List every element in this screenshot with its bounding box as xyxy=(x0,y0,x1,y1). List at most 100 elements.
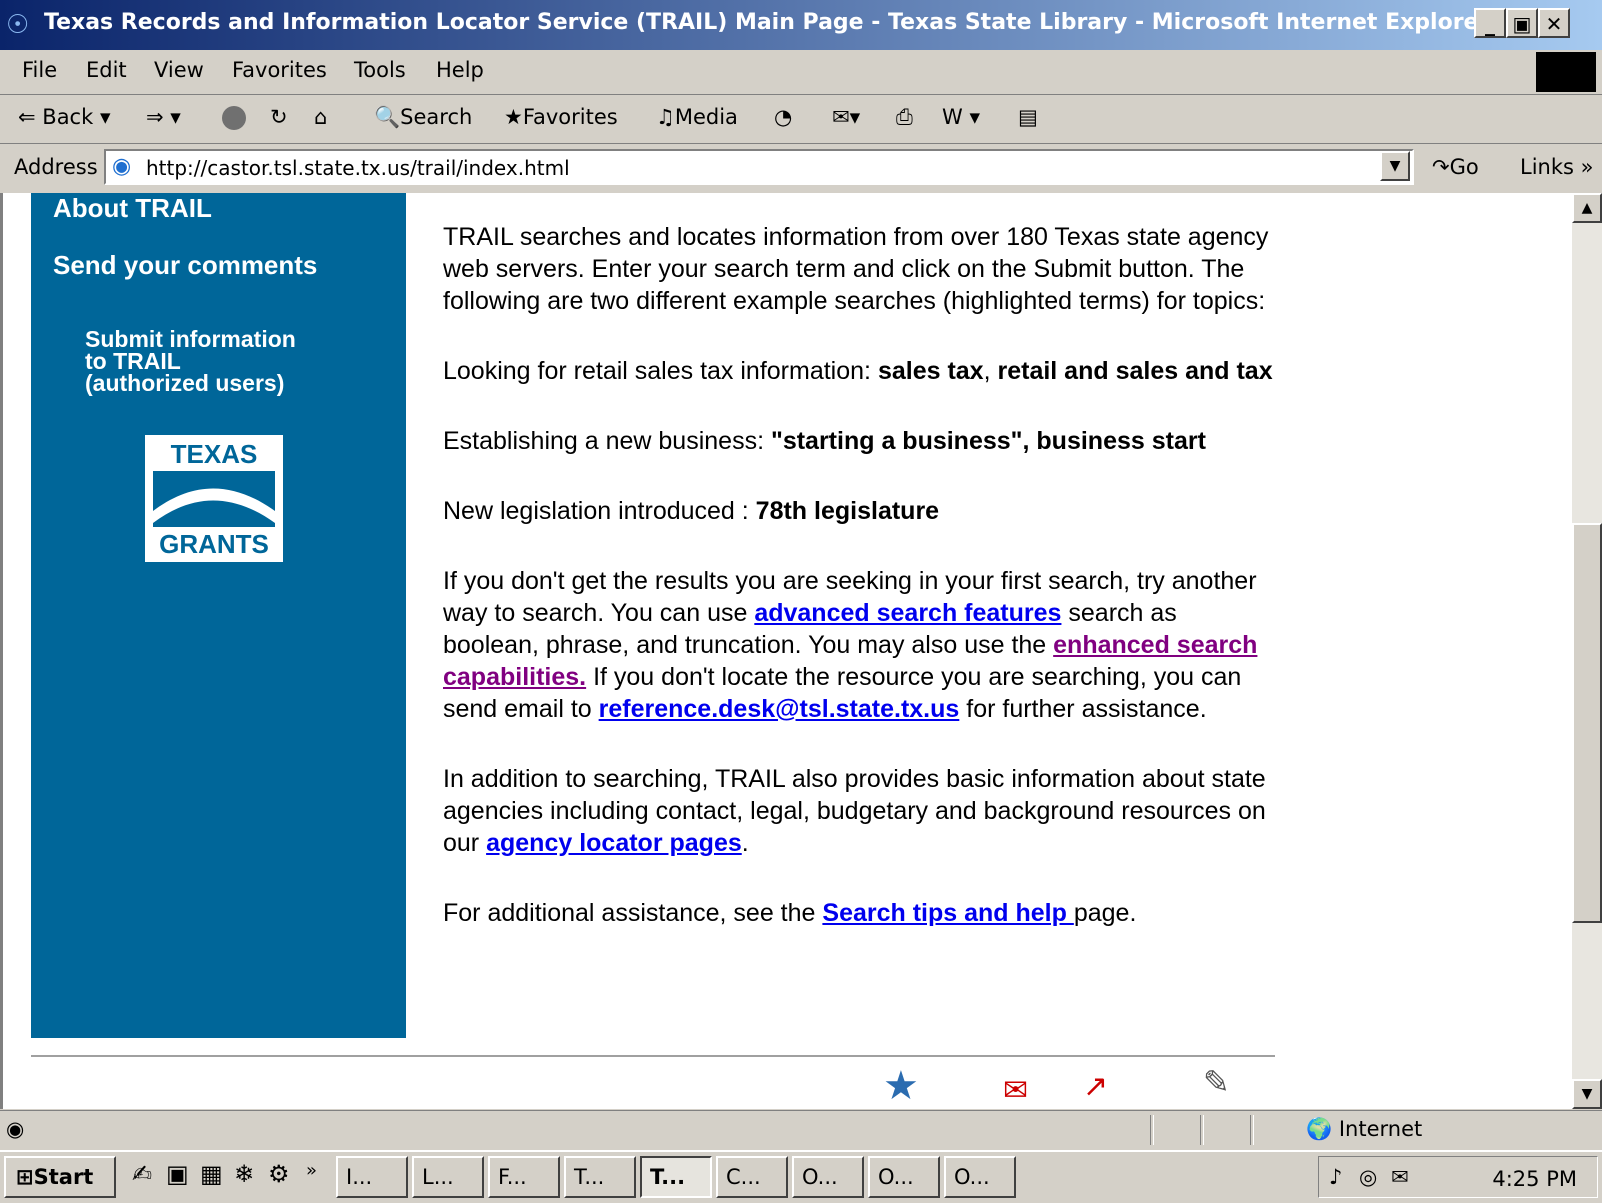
quick-launch-more-icon[interactable]: » xyxy=(306,1160,317,1181)
logo-top-text: TEXAS xyxy=(170,439,258,469)
assistance-paragraph: For additional assistance, see the Searc… xyxy=(443,897,1273,929)
taskbar-button[interactable]: L... xyxy=(412,1156,484,1198)
p6-text-b: page. xyxy=(1073,899,1137,927)
taskbar-button[interactable]: F... xyxy=(488,1156,560,1198)
menu-favorites[interactable]: Favorites xyxy=(232,58,327,82)
quick-launch-icon[interactable]: ⚙ xyxy=(268,1160,290,1188)
intro-paragraph: TRAIL searches and locates information f… xyxy=(443,223,1269,315)
status-divider xyxy=(1250,1115,1254,1145)
advanced-search-link[interactable]: advanced search features xyxy=(754,599,1061,627)
clock: 4:25 PM xyxy=(1492,1167,1577,1191)
texas-grants-logo[interactable]: TEXAS GRANTS xyxy=(145,435,283,562)
ie-logo-icon: ☉ xyxy=(6,10,30,40)
address-input[interactable]: ◉ http://castor.tsl.state.tx.us/trail/in… xyxy=(104,149,1414,185)
go-button[interactable]: ↷Go xyxy=(1432,155,1479,179)
stop-button[interactable] xyxy=(222,105,246,130)
example-1-term-b: retail and sales and tax xyxy=(997,357,1273,385)
envelope-icon[interactable]: ✉ xyxy=(1003,1073,1028,1108)
agency-locator-link[interactable]: agency locator pages xyxy=(486,829,742,857)
menu-tools[interactable]: Tools xyxy=(354,58,406,82)
divider xyxy=(31,1055,1275,1057)
menu-help[interactable]: Help xyxy=(436,58,484,82)
taskbar-button[interactable]: C... xyxy=(716,1156,788,1198)
quick-launch-icon[interactable]: ❄ xyxy=(234,1160,254,1188)
favorites-label: Favorites xyxy=(522,105,618,129)
mail-tray-icon[interactable]: ✉ xyxy=(1391,1165,1409,1189)
scroll-down-icon[interactable]: ▼ xyxy=(1572,1079,1602,1109)
windows-flag-icon: ⊞ xyxy=(16,1165,34,1189)
forward-button[interactable]: ⇒ ▾ xyxy=(146,105,181,129)
about-trail-link[interactable]: About TRAIL xyxy=(53,193,212,224)
refresh-icon: ↻ xyxy=(270,105,288,129)
page-content: About TRAIL Send your comments Submit in… xyxy=(0,193,1572,1109)
security-zone: 🌍 Internet xyxy=(1306,1117,1422,1142)
scroll-up-icon[interactable]: ▲ xyxy=(1572,193,1602,223)
p5-text-b: . xyxy=(741,829,749,857)
status-divider xyxy=(1200,1115,1204,1145)
quick-launch-icon[interactable]: ▣ xyxy=(166,1160,189,1188)
mail-icon: ✉▾ xyxy=(832,105,861,129)
example-3-label: New legislation introduced : xyxy=(443,497,756,525)
favorites-button[interactable]: ★Favorites xyxy=(504,105,618,129)
restore-button[interactable]: ▣ xyxy=(1506,8,1538,38)
start-button[interactable]: ⊞Start xyxy=(4,1156,116,1198)
example-3-terms: 78th legislature xyxy=(755,497,940,525)
notebook-icon[interactable]: ✎ xyxy=(1203,1063,1230,1101)
submit-information-link[interactable]: Submit information to TRAIL (authorized … xyxy=(85,328,296,395)
globe-icon: 🌍 xyxy=(1306,1117,1333,1141)
search-tips-link[interactable]: Search tips and help xyxy=(822,899,1073,927)
forward-arrow-icon: ⇒ xyxy=(146,105,164,129)
p4-text-d: for further assistance. xyxy=(959,695,1207,723)
menu-file[interactable]: File xyxy=(22,58,57,82)
refresh-button[interactable]: ↻ xyxy=(270,105,288,129)
news-icon[interactable]: ↗ xyxy=(1083,1069,1108,1104)
example-1-label: Looking for retail sales tax information… xyxy=(443,357,878,385)
search-icon: 🔍 xyxy=(374,105,401,129)
back-button[interactable]: ⇐ Back ▾ xyxy=(18,105,110,129)
taskbar-button[interactable]: O... xyxy=(944,1156,1016,1198)
example-3: New legislation introduced : 78th legisl… xyxy=(443,495,1273,527)
close-button[interactable]: ✕ xyxy=(1538,8,1570,38)
example-2: Establishing a new business: "starting a… xyxy=(443,425,1273,457)
reference-email-link[interactable]: reference.desk@tsl.state.tx.us xyxy=(599,695,960,723)
example-2-terms: "starting a business", business start xyxy=(770,427,1206,455)
quick-launch-icon[interactable]: ▦ xyxy=(200,1160,223,1188)
search-label: Search xyxy=(400,105,473,129)
media-button[interactable]: ♫Media xyxy=(656,105,738,129)
edit-button[interactable]: W ▾ xyxy=(942,105,980,129)
search-help-paragraph: If you don't get the results you are see… xyxy=(443,565,1273,725)
print-button[interactable]: ⎙ xyxy=(896,105,913,130)
history-button[interactable]: ◔ xyxy=(774,105,792,129)
quick-launch-icon[interactable]: ✍ xyxy=(132,1160,152,1188)
minimize-button[interactable]: _ xyxy=(1474,8,1506,38)
star-icon[interactable]: ★ xyxy=(883,1063,919,1109)
address-dropdown-button[interactable]: ▼ xyxy=(1380,151,1410,181)
home-icon: ⌂ xyxy=(314,105,328,129)
title-bar: ☉ Texas Records and Information Locator … xyxy=(0,0,1602,50)
search-button[interactable]: 🔍Search xyxy=(374,105,472,130)
history-icon: ◔ xyxy=(774,105,793,129)
agency-paragraph: In addition to searching, TRAIL also pro… xyxy=(443,763,1273,859)
taskbar-button-active[interactable]: T... xyxy=(640,1156,712,1198)
home-button[interactable]: ⌂ xyxy=(314,105,327,129)
main-text: TRAIL searches and locates information f… xyxy=(443,221,1273,967)
discuss-button[interactable]: ▤ xyxy=(1018,105,1038,129)
mail-button[interactable]: ✉▾ xyxy=(832,105,860,129)
address-bar: Address ◉ http://castor.tsl.state.tx.us/… xyxy=(0,145,1602,191)
taskbar-button[interactable]: O... xyxy=(868,1156,940,1198)
menu-view[interactable]: View xyxy=(154,58,204,82)
vertical-scrollbar[interactable]: ▲ ▼ xyxy=(1572,193,1602,1109)
taskbar-button[interactable]: O... xyxy=(792,1156,864,1198)
send-comments-link[interactable]: Send your comments xyxy=(53,250,317,281)
go-label: Go xyxy=(1449,155,1479,179)
menu-edit[interactable]: Edit xyxy=(86,58,127,82)
volume-icon[interactable]: ♪ xyxy=(1329,1165,1342,1189)
word-icon: W ▾ xyxy=(942,105,980,129)
network-icon[interactable]: ◎ xyxy=(1359,1165,1377,1189)
favorites-icon: ★ xyxy=(504,105,523,129)
address-url[interactable]: http://castor.tsl.state.tx.us/trail/inde… xyxy=(146,156,570,180)
scroll-thumb[interactable] xyxy=(1572,523,1602,923)
taskbar-button[interactable]: T... xyxy=(564,1156,636,1198)
taskbar-button[interactable]: I... xyxy=(336,1156,408,1198)
links-button[interactable]: Links » xyxy=(1520,155,1593,179)
